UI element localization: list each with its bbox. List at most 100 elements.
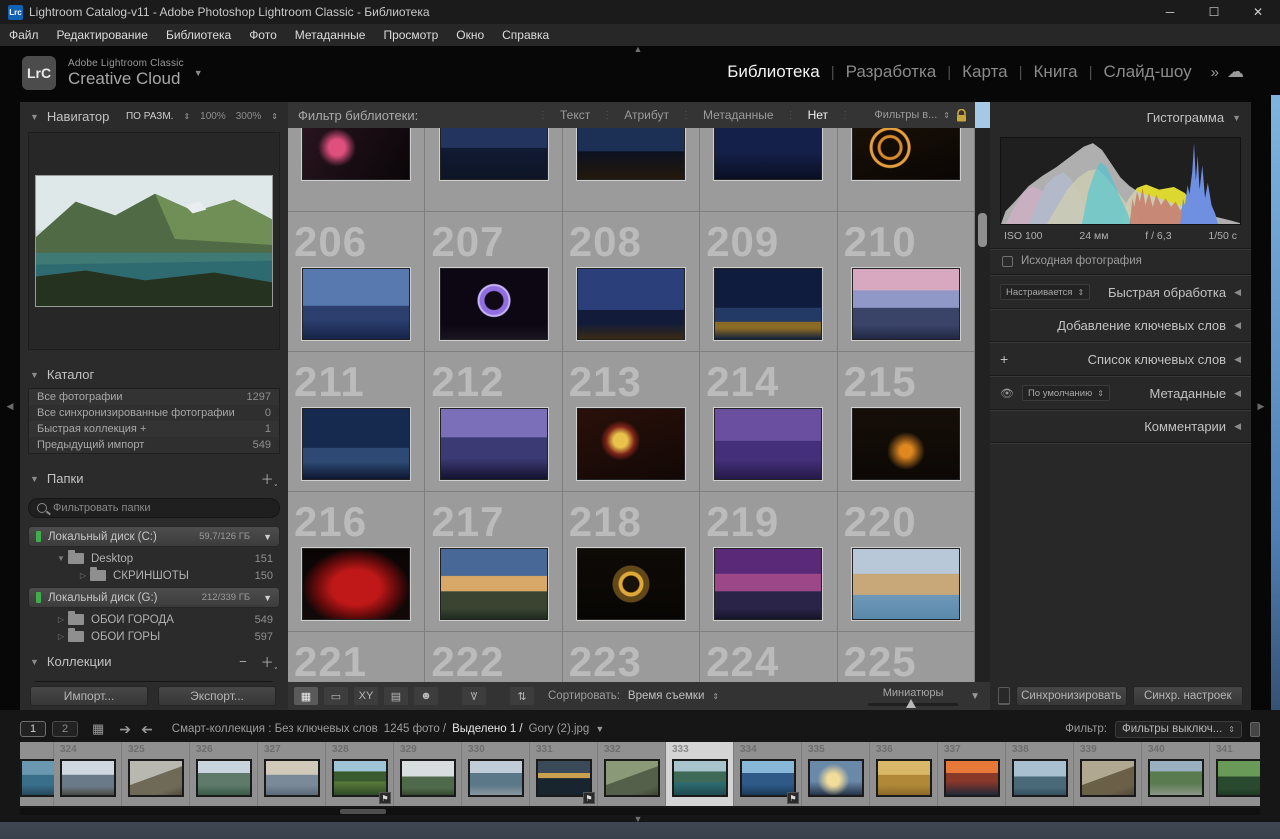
grid-cell[interactable] xyxy=(425,128,563,211)
stepper-icon[interactable]: ⇕ xyxy=(183,112,190,121)
filmstrip-filter-toggle[interactable] xyxy=(1250,721,1260,737)
remove-collection-icon[interactable]: − xyxy=(239,654,247,669)
filmstrip-cell[interactable]: 326 xyxy=(190,742,258,806)
triangle-down-icon[interactable]: ▼ xyxy=(263,532,272,542)
folder-filter-input[interactable]: Фильтровать папки xyxy=(28,498,280,518)
grid-cell[interactable]: 207 xyxy=(425,212,563,351)
grid-cell[interactable]: 206 xyxy=(288,212,426,351)
photo-thumbnail[interactable] xyxy=(438,128,549,181)
grid-cell[interactable]: 218 xyxy=(563,492,701,631)
grid-scrollbar[interactable] xyxy=(975,128,990,682)
grid-cell[interactable]: 208 xyxy=(563,212,701,351)
grid-cell[interactable]: 225 xyxy=(838,632,975,682)
photo-thumbnail[interactable] xyxy=(850,267,961,341)
module-Разработка[interactable]: Разработка xyxy=(835,62,948,82)
folder-row[interactable]: ▷ ОБОИ ГОРЫ 597 xyxy=(20,628,288,645)
histogram-header[interactable]: Гистограмма ▼ xyxy=(990,102,1251,133)
brand-title[interactable]: Creative Cloud xyxy=(68,69,184,89)
volume-row[interactable]: Локальный диск (C:) 59,7/126 ГБ ▼ xyxy=(28,526,280,547)
photo-thumbnail[interactable] xyxy=(713,407,824,481)
filmstrip-thumbnail[interactable] xyxy=(1011,759,1068,797)
filmstrip-thumbnail[interactable] xyxy=(263,759,320,797)
metadata-preset-dropdown[interactable]: По умолчанию ⇕ xyxy=(1021,385,1110,401)
second-window-button[interactable]: 2 xyxy=(52,721,78,737)
photo-thumbnail[interactable] xyxy=(713,267,824,341)
grid-cell[interactable]: 221 xyxy=(288,632,426,682)
catalog-header[interactable]: ▼ Каталог xyxy=(20,360,288,388)
grid-view-icon[interactable]: ▦ xyxy=(294,687,318,705)
grid-cell[interactable]: 222 xyxy=(425,632,563,682)
add-folder-icon[interactable]: ＋˯ xyxy=(261,469,278,488)
sort-direction-icon[interactable]: ⇅ xyxy=(510,687,534,705)
bottom-panel-collapse-arrow[interactable]: ▼ xyxy=(618,814,658,824)
filter-tab-Метаданные[interactable]: Метаданные xyxy=(691,108,786,122)
filmstrip-thumbnail[interactable] xyxy=(875,759,932,797)
filmstrip-cell[interactable]: 341 xyxy=(1210,742,1260,806)
folder-row[interactable]: ▷ СКРИНШОТЫ 150 xyxy=(20,567,288,584)
menu-item-Файл[interactable]: Файл xyxy=(0,24,48,46)
grid-cell[interactable]: 211 xyxy=(288,352,426,491)
stepper-icon[interactable]: ⇕ xyxy=(712,692,719,701)
catalog-item[interactable]: Предыдущий импорт 549 xyxy=(29,437,279,453)
close-button[interactable]: ✕ xyxy=(1236,0,1280,24)
original-photo-checkbox[interactable] xyxy=(1002,255,1013,267)
back-arrow-icon[interactable]: ➔ xyxy=(119,721,131,738)
grid-cell[interactable] xyxy=(288,128,426,211)
filmstrip-cell[interactable]: 327 xyxy=(258,742,326,806)
photo-thumbnail[interactable] xyxy=(850,128,961,181)
photo-thumbnail[interactable] xyxy=(713,128,824,181)
photo-thumbnail[interactable] xyxy=(438,407,549,481)
filmstrip-cell[interactable]: 329 xyxy=(394,742,462,806)
export-button[interactable]: Экспорт... xyxy=(158,686,276,706)
stepper-icon[interactable]: ⇕ xyxy=(943,111,950,120)
filmstrip-cell[interactable]: 333 xyxy=(666,742,734,806)
forward-arrow-icon[interactable]: ➔ xyxy=(141,721,153,738)
filmstrip-thumbnail[interactable] xyxy=(127,759,184,797)
grid-view-shortcut-icon[interactable]: ▦ xyxy=(92,721,104,737)
folder-expander-icon[interactable]: ▼ xyxy=(56,554,66,563)
folder-row[interactable]: ▷ ОБОИ ГОРОДА 549 xyxy=(20,611,288,628)
catalog-item[interactable]: Все синхронизированные фотографии 0 xyxy=(29,405,279,421)
zoom-fit-option[interactable]: ПО РАЗМ. xyxy=(126,111,173,122)
filmstrip-cell[interactable]: 324 xyxy=(54,742,122,806)
menu-item-Редактирование[interactable]: Редактирование xyxy=(48,24,157,46)
filmstrip-thumbnail[interactable] xyxy=(603,759,660,797)
grid-cell[interactable]: 215 xyxy=(838,352,975,491)
menu-item-Окно[interactable]: Окно xyxy=(447,24,493,46)
filmstrip-cell[interactable]: 340 xyxy=(1142,742,1210,806)
filmstrip-cell[interactable]: 331 ⚑ xyxy=(530,742,598,806)
maximize-button[interactable]: ☐ xyxy=(1192,0,1236,24)
left-panel-collapse-arrow[interactable]: ◀ xyxy=(0,102,20,710)
minimize-button[interactable]: ─ xyxy=(1148,0,1192,24)
zoom-300-option[interactable]: 300% xyxy=(236,111,262,122)
grid-cell[interactable]: 224 xyxy=(700,632,838,682)
photo-thumbnail[interactable] xyxy=(301,547,412,621)
folder-expander-icon[interactable]: ▷ xyxy=(56,615,66,624)
painter-spray-icon[interactable]: 🜈 xyxy=(462,687,486,705)
cloud-sync-icon[interactable]: ☁ xyxy=(1227,62,1244,82)
photo-thumbnail[interactable] xyxy=(713,547,824,621)
menu-item-Фото[interactable]: Фото xyxy=(240,24,286,46)
filmstrip-cell[interactable]: 334 ⚑ xyxy=(734,742,802,806)
photo-thumbnail[interactable] xyxy=(438,547,549,621)
menu-item-Просмотр[interactable]: Просмотр xyxy=(374,24,447,46)
filmstrip-cell[interactable]: 336 xyxy=(870,742,938,806)
grid-cell[interactable]: 213 xyxy=(563,352,701,491)
filmstrip-thumbnail[interactable] xyxy=(1215,759,1260,797)
filmstrip-cell[interactable]: 335 xyxy=(802,742,870,806)
add-keyword-icon[interactable]: + xyxy=(1000,351,1008,367)
top-panel-collapse-arrow[interactable]: ▲ xyxy=(618,44,658,54)
triangle-down-icon[interactable]: ▼ xyxy=(595,724,604,734)
navigator-header[interactable]: ▼ Навигатор ПО РАЗМ. ⇕ 100% 300% ⇕ xyxy=(20,102,288,130)
filmstrip-cell[interactable]: 325 xyxy=(122,742,190,806)
quick-develop-preset-dropdown[interactable]: Настраивается ⇕ xyxy=(1000,284,1091,300)
module-Слайд-шоу[interactable]: Слайд-шоу xyxy=(1093,62,1203,82)
grid-cell[interactable] xyxy=(838,128,975,211)
zoom-100-option[interactable]: 100% xyxy=(200,111,226,122)
folder-row[interactable]: ▼ Desktop 151 xyxy=(20,550,288,567)
filmstrip-thumbnail[interactable] xyxy=(807,759,864,797)
filmstrip-cell[interactable]: 332 xyxy=(598,742,666,806)
grid-cell[interactable]: 209 xyxy=(700,212,838,351)
filmstrip-filter-dropdown[interactable]: Фильтры выключ... ⇕ xyxy=(1115,720,1242,738)
sync-toggle-icon[interactable] xyxy=(998,687,1010,705)
